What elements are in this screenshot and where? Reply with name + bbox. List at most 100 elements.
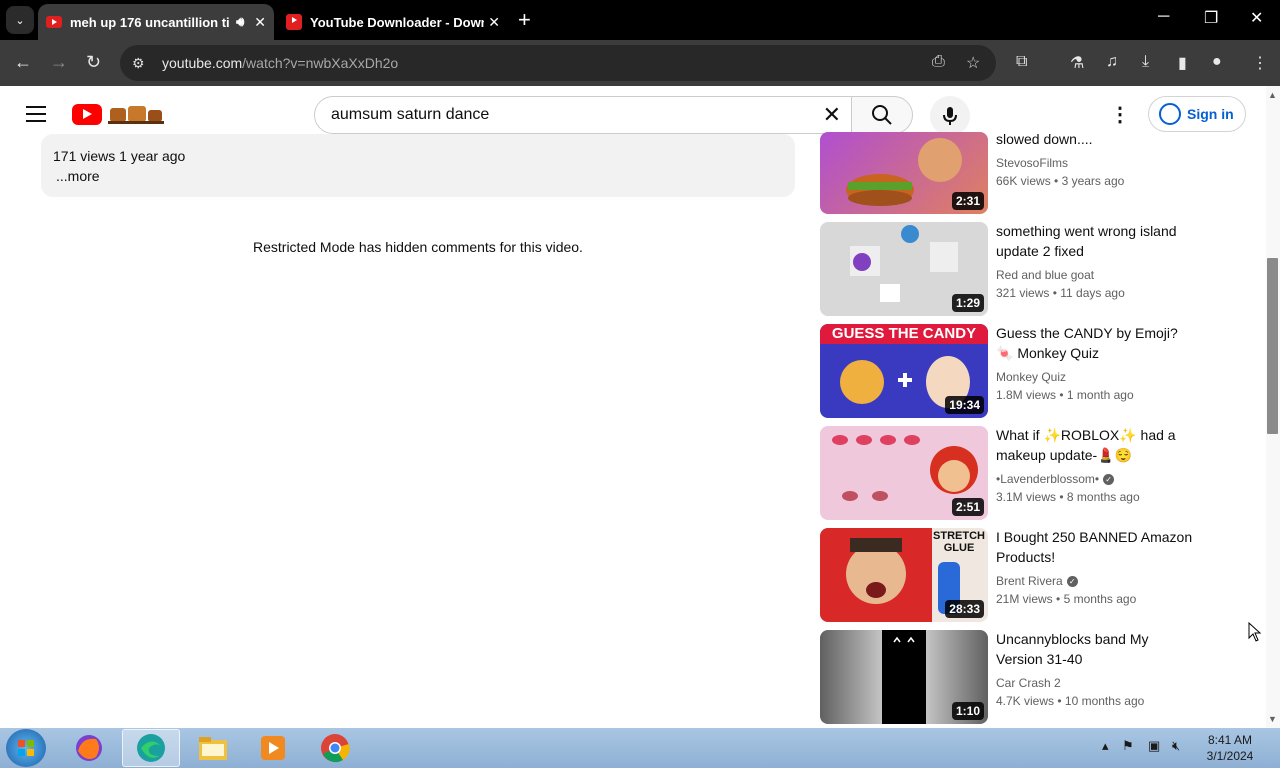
video-title[interactable]: I Bought 250 BANNED Amazon Products! (996, 527, 1196, 567)
firefox-icon (76, 735, 102, 761)
video-duration: 1:29 (951, 294, 984, 312)
browser-menu-icon[interactable]: ⋮ (1252, 53, 1268, 73)
site-info-icon[interactable]: ⚙ (132, 55, 156, 72)
media-control-icon[interactable]: ♫ (1106, 53, 1118, 71)
related-video-item[interactable]: GUESS THE CANDY 19:34 Guess the CANDY by… (820, 324, 1210, 418)
search-icon (872, 105, 892, 125)
video-duration: 1:10 (951, 702, 984, 720)
sign-in-button[interactable]: Sign in (1148, 96, 1246, 132)
address-bar[interactable]: ⚙ youtube.com/watch?v=nwbXaXxDh2o (120, 45, 996, 81)
scroll-down-icon[interactable]: ▼ (1268, 714, 1277, 724)
action-center-flag-icon[interactable]: ⚑ (1122, 738, 1134, 754)
search-input[interactable]: aumsum saturn dance ✕ (314, 96, 852, 134)
related-video-item[interactable]: 1:10 Uncannyblocks band My Version 31-40… (820, 630, 1210, 724)
download-icon[interactable]: ⤓ (1142, 53, 1149, 71)
channel-name[interactable]: Brent Rivera ✓ (996, 574, 1078, 588)
show-hidden-icons-icon[interactable]: ▴ (1102, 738, 1109, 754)
related-video-item[interactable]: 1:29 something went wrong island update … (820, 222, 1210, 316)
verified-badge-icon: ✓ (1066, 576, 1078, 588)
profile-avatar-icon[interactable]: ● (1212, 53, 1222, 71)
menu-hamburger-icon[interactable] (26, 106, 46, 122)
new-tab-plus-icon[interactable]: + (518, 8, 531, 32)
speaker-icon[interactable]: 🔊︎ (236, 14, 244, 30)
video-stats: 1.8M views • 1 month ago (996, 388, 1134, 402)
clock-date: 3/1/2024 (1206, 749, 1254, 763)
scroll-up-icon[interactable]: ▲ (1268, 90, 1277, 100)
edge-app[interactable] (122, 729, 180, 767)
chrome-icon (321, 734, 350, 763)
voice-search-button[interactable] (930, 96, 970, 136)
tab-title: meh up 176 uncantillion ti (70, 14, 230, 30)
video-stats: 66K views • 3 years ago (996, 174, 1125, 188)
video-title[interactable]: Guess the CANDY by Emoji? 🍬 Monkey Quiz (996, 323, 1196, 363)
microphone-icon (943, 107, 957, 125)
extensions-icon[interactable]: ⧉ (1016, 53, 1027, 71)
search-button[interactable] (851, 96, 913, 134)
downloader-favicon-icon (286, 14, 302, 30)
video-description[interactable]: 171 views 1 year ago ...more (41, 134, 795, 197)
chrome-app[interactable] (306, 729, 364, 767)
windows-logo-icon (18, 740, 34, 756)
close-tab-icon[interactable]: ✕ (488, 14, 500, 31)
account-icon (1159, 103, 1181, 125)
search-query-text[interactable]: aumsum saturn dance (331, 106, 823, 124)
video-stats: 21M views • 5 months ago (996, 592, 1137, 606)
youtube-doodle-icon[interactable] (106, 102, 166, 126)
firefox-app[interactable] (60, 729, 118, 767)
edge-icon (137, 734, 165, 762)
video-stats: 4.7K views • 10 months ago (996, 694, 1145, 708)
video-duration: 28:33 (945, 600, 984, 618)
video-thumbnail[interactable]: 1:29 (820, 222, 988, 316)
video-title[interactable]: Uncannyblocks band My Version 31-40 (996, 629, 1196, 669)
reload-icon[interactable]: ↻ (86, 52, 101, 73)
forward-arrow-icon[interactable]: → (50, 52, 68, 73)
channel-name[interactable]: Monkey Quiz (996, 370, 1066, 384)
volume-muted-icon[interactable]: 🔇︎ (1172, 738, 1180, 754)
video-title[interactable]: What if ✨ROBLOX✨ had a makeup update-💄😌 (996, 425, 1196, 465)
show-more-link[interactable]: ...more (56, 168, 100, 184)
tab-youtube-downloader[interactable]: YouTube Downloader - Downlo ✕ (278, 4, 508, 40)
settings-more-icon[interactable]: ⋮ (1110, 102, 1130, 127)
youtube-logo-icon[interactable] (72, 104, 102, 125)
video-duration: 19:34 (945, 396, 984, 414)
related-video-item[interactable]: STRETCH GLUE 28:33 I Bought 250 BANNED A… (820, 528, 1210, 622)
system-clock[interactable]: 8:41 AM 3/1/2024 (1200, 732, 1260, 764)
scrollbar-thumb[interactable] (1267, 258, 1278, 434)
close-tab-icon[interactable]: ✕ (254, 14, 266, 31)
channel-name[interactable]: Car Crash 2 (996, 676, 1061, 690)
side-panel-icon[interactable]: ▮ (1178, 53, 1187, 73)
network-icon[interactable]: ▣ (1148, 738, 1160, 754)
minimize-icon[interactable]: ─ (1158, 8, 1169, 26)
thumbnail-text: STRETCH GLUE (933, 530, 985, 554)
channel-name[interactable]: •Lavenderblossom• ✓ (996, 472, 1115, 486)
video-thumbnail[interactable]: GUESS THE CANDY 19:34 (820, 324, 988, 418)
labs-flask-icon[interactable]: ⚗ (1070, 53, 1084, 73)
folder-icon (199, 737, 227, 760)
channel-name[interactable]: StevosoFilms (996, 156, 1068, 170)
install-app-icon[interactable]: ⎙ (932, 53, 945, 71)
url-text: youtube.com/watch?v=nwbXaXxDh2o (162, 55, 399, 71)
tab-youtube-video[interactable]: meh up 176 uncantillion ti 🔊︎ ✕ (38, 4, 274, 40)
related-video-item[interactable]: 2:31 slowed down.... StevosoFilms 66K vi… (820, 129, 1210, 226)
sign-in-label: Sign in (1187, 106, 1234, 122)
bookmark-star-icon[interactable]: ☆ (966, 53, 980, 73)
tab-strip: ⌄ meh up 176 uncantillion ti 🔊︎ ✕ YouTub… (0, 0, 1280, 40)
media-player-icon (261, 736, 285, 760)
related-video-item[interactable]: 2:51 What if ✨ROBLOX✨ had a makeup updat… (820, 426, 1210, 520)
video-thumbnail[interactable]: 2:51 (820, 426, 988, 520)
video-title[interactable]: something went wrong island update 2 fix… (996, 221, 1196, 261)
video-thumbnail[interactable]: STRETCH GLUE 28:33 (820, 528, 988, 622)
video-title[interactable]: slowed down.... (996, 129, 1196, 149)
start-button[interactable] (6, 729, 46, 767)
media-player-app[interactable] (244, 729, 302, 767)
clear-search-icon[interactable]: ✕ (823, 102, 841, 128)
video-thumbnail[interactable]: 2:31 (820, 132, 988, 214)
window-close-icon[interactable]: ✕ (1250, 8, 1263, 28)
file-explorer-app[interactable] (184, 729, 242, 767)
video-thumbnail[interactable]: 1:10 (820, 630, 988, 724)
restore-icon[interactable]: ❐ (1204, 8, 1218, 28)
channel-name[interactable]: Red and blue goat (996, 268, 1094, 282)
video-views-date: 171 views 1 year ago (53, 148, 186, 164)
back-arrow-icon[interactable]: ← (14, 52, 32, 73)
tab-search-button[interactable]: ⌄ (6, 6, 34, 34)
